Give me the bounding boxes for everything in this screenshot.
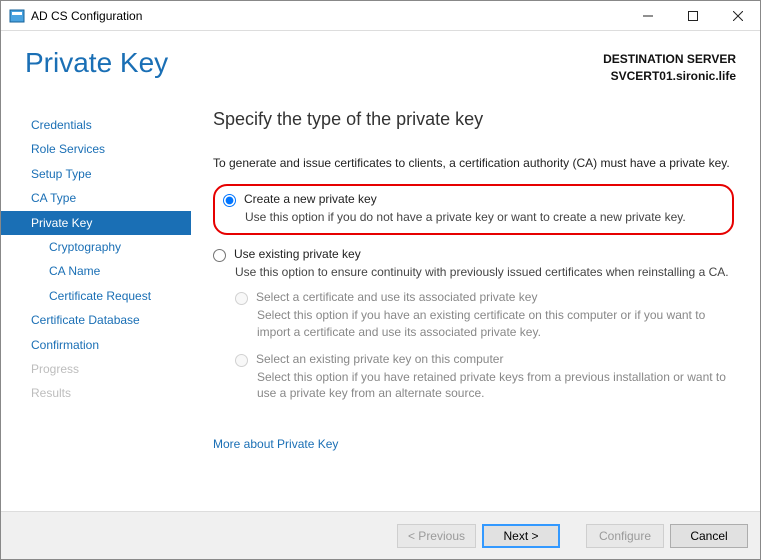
- sidebar-item-certificate-database[interactable]: Certificate Database: [1, 308, 191, 332]
- radio-select-certificate: [235, 292, 248, 305]
- existing-key-sub-options: Select a certificate and use its associa…: [235, 290, 734, 401]
- radio-use-existing-key-desc: Use this option to ensure continuity wit…: [235, 264, 734, 280]
- highlighted-option-frame: Create a new private key Use this option…: [213, 184, 734, 235]
- app-icon: [9, 8, 25, 24]
- radio-use-existing-key[interactable]: [213, 249, 226, 262]
- radio-select-existing-key: [235, 354, 248, 367]
- sidebar-item-ca-type[interactable]: CA Type: [1, 186, 191, 210]
- titlebar: AD CS Configuration: [1, 1, 760, 31]
- sidebar-item-ca-name[interactable]: CA Name: [1, 259, 191, 283]
- radio-create-new-key-label: Create a new private key: [244, 192, 720, 206]
- sidebar-item-cryptography[interactable]: Cryptography: [1, 235, 191, 259]
- sidebar-item-setup-type[interactable]: Setup Type: [1, 162, 191, 186]
- sidebar-item-credentials[interactable]: Credentials: [1, 113, 191, 137]
- configure-button: Configure: [586, 524, 664, 548]
- destination-server-block: DESTINATION SERVER SVCERT01.sironic.life: [603, 47, 736, 85]
- maximize-button[interactable]: [670, 1, 715, 31]
- next-button[interactable]: Next >: [482, 524, 560, 548]
- window-title: AD CS Configuration: [31, 9, 142, 23]
- page-title: Private Key: [25, 47, 168, 79]
- radio-select-existing-key-desc: Select this option if you have retained …: [257, 369, 734, 401]
- close-button[interactable]: [715, 1, 760, 31]
- more-about-link[interactable]: More about Private Key: [213, 437, 338, 451]
- destination-server: SVCERT01.sironic.life: [603, 68, 736, 85]
- content-lead: To generate and issue certificates to cl…: [213, 156, 734, 170]
- sidebar-item-role-services[interactable]: Role Services: [1, 137, 191, 161]
- radio-create-new-key-desc: Use this option if you do not have a pri…: [245, 209, 720, 225]
- cancel-button[interactable]: Cancel: [670, 524, 748, 548]
- previous-button: < Previous: [397, 524, 476, 548]
- sidebar-item-progress: Progress: [1, 357, 191, 381]
- sidebar-item-results: Results: [1, 381, 191, 405]
- radio-select-certificate-desc: Select this option if you have an existi…: [257, 307, 734, 339]
- radio-select-certificate-label: Select a certificate and use its associa…: [256, 290, 537, 304]
- content-heading: Specify the type of the private key: [213, 109, 734, 130]
- content-pane: Specify the type of the private key To g…: [191, 101, 760, 511]
- header: Private Key DESTINATION SERVER SVCERT01.…: [1, 31, 760, 89]
- radio-select-existing-key-label: Select an existing private key on this c…: [256, 352, 503, 366]
- destination-label: DESTINATION SERVER: [603, 51, 736, 68]
- sidebar-item-private-key[interactable]: Private Key: [1, 211, 191, 235]
- minimize-button[interactable]: [625, 1, 670, 31]
- sidebar: CredentialsRole ServicesSetup TypeCA Typ…: [1, 101, 191, 511]
- radio-use-existing-key-label: Use existing private key: [234, 247, 734, 261]
- sidebar-item-certificate-request[interactable]: Certificate Request: [1, 284, 191, 308]
- sidebar-item-confirmation[interactable]: Confirmation: [1, 333, 191, 357]
- footer: < Previous Next > Configure Cancel: [1, 511, 760, 559]
- radio-create-new-key[interactable]: [223, 194, 236, 207]
